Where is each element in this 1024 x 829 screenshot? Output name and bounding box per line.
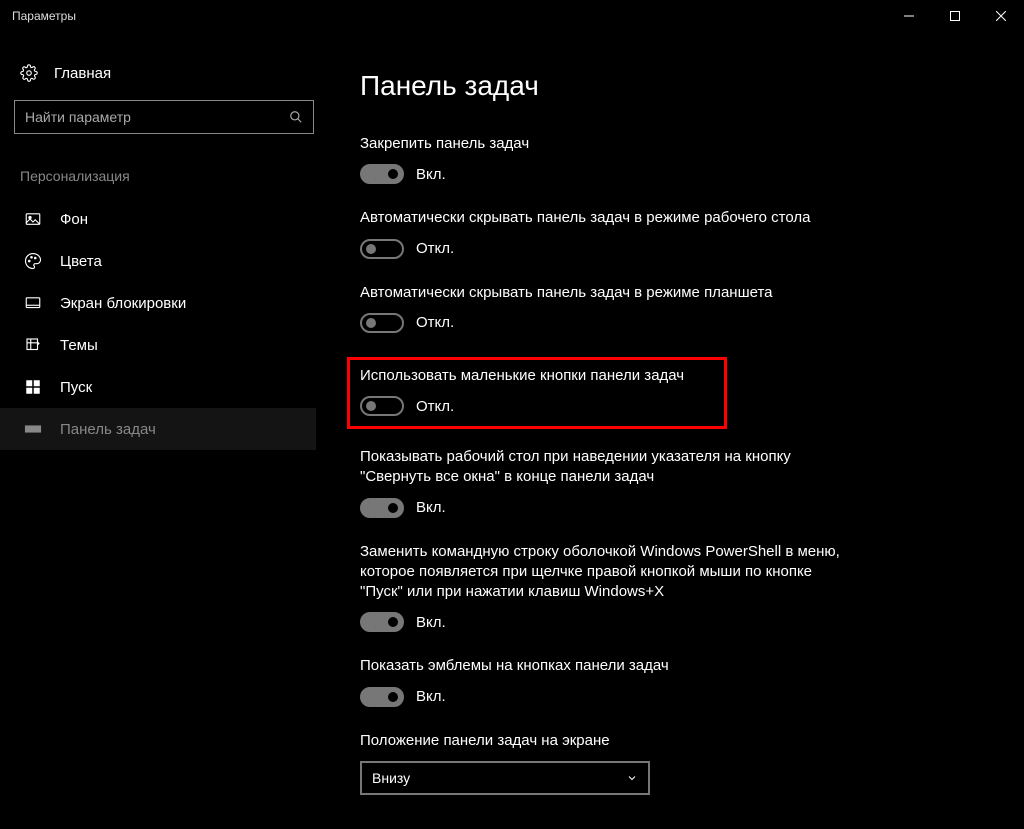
setting-autohide-tablet: Автоматически скрывать панель задач в ре… [360, 283, 840, 333]
setting-lock-taskbar: Закрепить панель задач Вкл. [360, 134, 840, 184]
toggle-state: Откл. [416, 240, 454, 257]
toggle-row: Откл. [360, 396, 714, 416]
toggle-state: Вкл. [416, 688, 446, 705]
toggle-state: Вкл. [416, 166, 446, 183]
sidebar: Главная Персонализация Фон [0, 32, 330, 829]
toggle-knob [388, 692, 398, 702]
minimize-icon [904, 11, 914, 21]
sidebar-item-label: Панель задач [60, 421, 156, 438]
setting-label: Показать эмблемы на кнопках панели задач [360, 656, 840, 676]
toggle-autohide-desktop[interactable] [360, 239, 404, 259]
sidebar-item-colors[interactable]: Цвета [0, 240, 316, 282]
toggle-knob [388, 617, 398, 627]
toggle-row: Вкл. [360, 498, 840, 518]
setting-powershell: Заменить командную строку оболочкой Wind… [360, 542, 840, 633]
sidebar-item-label: Пуск [60, 379, 92, 396]
toggle-knob [366, 401, 376, 411]
maximize-icon [950, 11, 960, 21]
toggle-row: Вкл. [360, 687, 840, 707]
taskbar-icon [24, 420, 42, 438]
window-body: Главная Персонализация Фон [0, 32, 1024, 829]
toggle-knob [366, 244, 376, 254]
toggle-row: Вкл. [360, 164, 840, 184]
window-title: Параметры [12, 9, 76, 23]
toggle-state: Откл. [416, 398, 454, 415]
lockscreen-icon [24, 294, 42, 312]
setting-badges: Показать эмблемы на кнопках панели задач… [360, 656, 840, 706]
chevron-down-icon [626, 772, 638, 784]
sidebar-item-taskbar[interactable]: Панель задач [0, 408, 316, 450]
toggle-small-buttons[interactable] [360, 396, 404, 416]
toggle-row: Вкл. [360, 612, 840, 632]
settings-window: Параметры Главная [0, 0, 1024, 829]
highlighted-setting: Использовать маленькие кнопки панели зад… [347, 357, 727, 429]
sidebar-item-label: Цвета [60, 253, 102, 270]
toggle-knob [388, 169, 398, 179]
sidebar-item-label: Фон [60, 211, 88, 228]
setting-taskbar-position: Положение панели задач на экране Внизу [360, 731, 840, 795]
home-button[interactable]: Главная [14, 56, 316, 100]
dropdown-taskbar-position[interactable]: Внизу [360, 761, 650, 795]
search-input[interactable] [15, 101, 279, 133]
setting-label: Заменить командную строку оболочкой Wind… [360, 542, 840, 603]
sidebar-item-label: Экран блокировки [60, 295, 186, 312]
toggle-state: Вкл. [416, 614, 446, 631]
toggle-autohide-tablet[interactable] [360, 313, 404, 333]
search-icon [279, 110, 313, 124]
minimize-button[interactable] [886, 0, 932, 32]
toggle-state: Откл. [416, 314, 454, 331]
nav-list: Фон Цвета Экран блокировки [14, 198, 316, 450]
setting-label: Автоматически скрывать панель задач в ре… [360, 283, 840, 303]
dropdown-value: Внизу [372, 770, 410, 786]
toggle-state: Вкл. [416, 499, 446, 516]
setting-label: Показывать рабочий стол при наведении ук… [360, 447, 840, 488]
sidebar-item-label: Темы [60, 337, 98, 354]
sidebar-item-lockscreen[interactable]: Экран блокировки [0, 282, 316, 324]
setting-label: Использовать маленькие кнопки панели зад… [360, 366, 714, 386]
setting-autohide-desktop: Автоматически скрывать панель задач в ре… [360, 208, 840, 258]
setting-label: Положение панели задач на экране [360, 731, 840, 751]
toggle-badges[interactable] [360, 687, 404, 707]
toggle-knob [388, 503, 398, 513]
image-icon [24, 210, 42, 228]
window-controls [886, 0, 1024, 32]
sidebar-item-start[interactable]: Пуск [0, 366, 316, 408]
palette-icon [24, 252, 42, 270]
content-area: Панель задач Закрепить панель задач Вкл.… [330, 32, 1024, 829]
toggle-powershell[interactable] [360, 612, 404, 632]
page-title: Панель задач [360, 70, 994, 102]
maximize-button[interactable] [932, 0, 978, 32]
start-icon [24, 378, 42, 396]
gear-icon [20, 64, 38, 82]
toggle-peek-desktop[interactable] [360, 498, 404, 518]
category-label: Персонализация [14, 168, 316, 198]
themes-icon [24, 336, 42, 354]
sidebar-item-themes[interactable]: Темы [0, 324, 316, 366]
setting-small-buttons: Использовать маленькие кнопки панели зад… [360, 366, 714, 416]
toggle-row: Откл. [360, 239, 840, 259]
sidebar-item-background[interactable]: Фон [0, 198, 316, 240]
toggle-row: Откл. [360, 313, 840, 333]
close-icon [996, 11, 1006, 21]
home-label: Главная [54, 65, 111, 82]
setting-peek-desktop: Показывать рабочий стол при наведении ук… [360, 447, 840, 518]
toggle-knob [366, 318, 376, 328]
titlebar: Параметры [0, 0, 1024, 32]
close-button[interactable] [978, 0, 1024, 32]
toggle-lock-taskbar[interactable] [360, 164, 404, 184]
setting-label: Автоматически скрывать панель задач в ре… [360, 208, 840, 228]
setting-label: Закрепить панель задач [360, 134, 840, 154]
search-box[interactable] [14, 100, 314, 134]
